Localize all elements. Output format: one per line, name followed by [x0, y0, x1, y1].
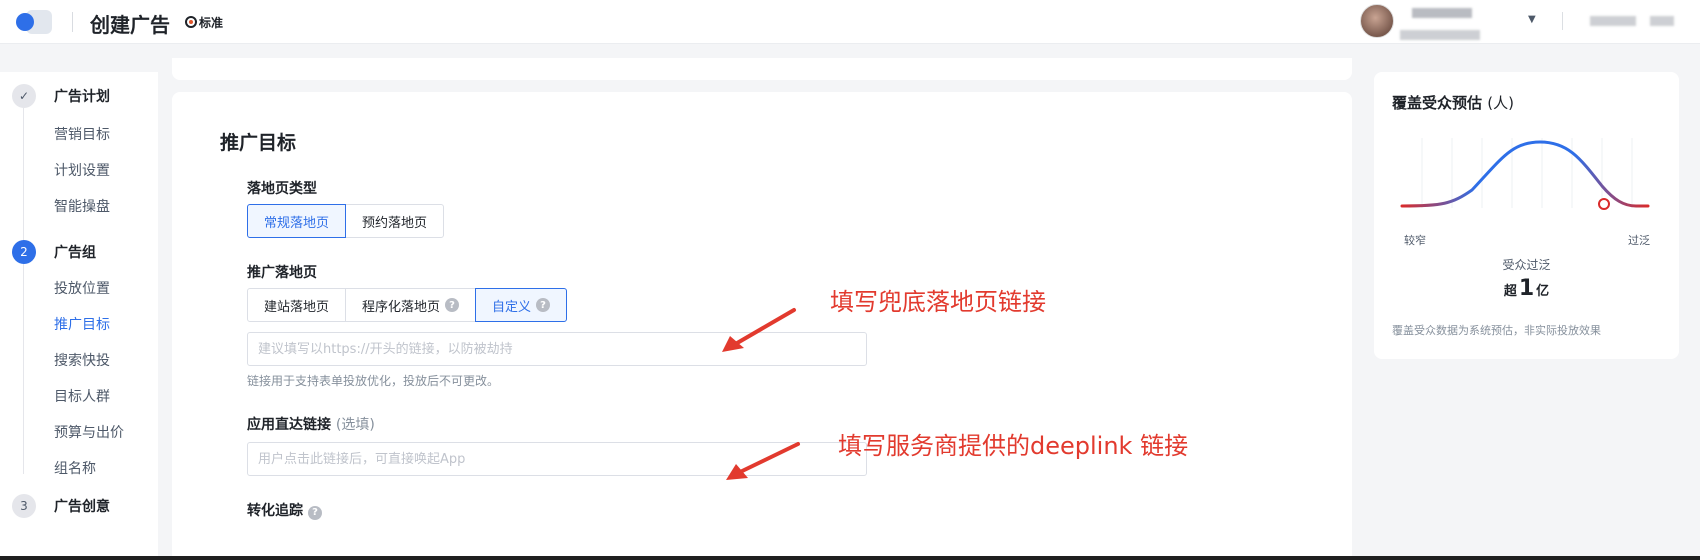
mode-badge-label: 标准: [199, 15, 224, 30]
scale-broad-label: 过泛: [1628, 234, 1650, 247]
header-menu-redacted-2[interactable]: [1650, 16, 1674, 26]
audience-title-text: 覆盖受众预估: [1392, 94, 1483, 112]
mode-badge: 标准: [185, 12, 223, 32]
sidebar-item-placement[interactable]: 投放位置: [54, 278, 110, 298]
page-title: 创建广告: [90, 13, 170, 37]
target-icon: [185, 16, 197, 28]
arrow-icon: [726, 442, 800, 480]
audience-value: 超1 亿: [1374, 276, 1679, 301]
step-number: 3: [12, 494, 36, 518]
audience-note: 覆盖受众数据为系统预估，非实际投放效果: [1392, 324, 1601, 337]
app-logo[interactable]: [16, 10, 52, 34]
step-number: 2: [12, 240, 36, 264]
landing-type-label: 落地页类型: [247, 181, 317, 197]
audience-number: 1: [1518, 276, 1535, 301]
landing-type-selector: 常规落地页 预约落地页: [247, 204, 445, 238]
step-label: 广告创意: [54, 499, 110, 515]
audience-status: 受众过泛: [1502, 258, 1551, 272]
sidebar-item-promo-goal[interactable]: 推广目标: [54, 314, 110, 334]
chevron-down-icon[interactable]: ▼: [1528, 14, 1536, 25]
option-custom[interactable]: 自定义?: [475, 288, 568, 322]
step-label: 广告组: [54, 245, 96, 261]
audience-suffix: 亿: [1536, 284, 1550, 299]
app-link-label-text: 应用直达链接: [247, 417, 331, 433]
previous-section-card: [172, 58, 1352, 80]
sidebar-item-smart-operation[interactable]: 智能操盘: [54, 196, 110, 216]
step-connector: [23, 108, 24, 252]
step-sidebar: ✓ 广告计划 营销目标 计划设置 智能操盘 2 广告组 投放位置 推广目标 搜索…: [0, 72, 158, 560]
promo-landing-selector: 建站落地页 程序化落地页? 自定义?: [247, 288, 568, 322]
step-ad-group[interactable]: 2 广告组: [12, 240, 96, 264]
help-icon[interactable]: ?: [536, 298, 551, 312]
step-connector: [23, 264, 24, 474]
scale-narrow-label: 较窄: [1404, 234, 1426, 247]
conversion-label: 转化追踪?: [247, 500, 322, 520]
annotation-fallback-link: 填写兜底落地页链接: [830, 288, 1046, 316]
option-regular-landing[interactable]: 常规落地页: [247, 204, 347, 238]
header-menu-redacted[interactable]: [1590, 16, 1636, 26]
step-campaign[interactable]: ✓ 广告计划: [12, 84, 110, 108]
audience-curve: [1400, 138, 1650, 210]
avatar[interactable]: [1360, 4, 1394, 38]
header-divider: [72, 12, 73, 32]
sidebar-item-budget-bid[interactable]: 预算与出价: [54, 422, 124, 442]
sidebar-item-search-fast[interactable]: 搜索快投: [54, 350, 110, 370]
bottom-edge: [0, 556, 1700, 560]
top-header: 创建广告 标准 ▼: [0, 0, 1700, 44]
step-ad-creative[interactable]: 3 广告创意: [12, 494, 110, 518]
sidebar-item-target-audience[interactable]: 目标人群: [54, 386, 110, 406]
sidebar-item-plan-settings[interactable]: 计划设置: [54, 160, 110, 180]
audience-title: 覆盖受众预估 (人): [1392, 92, 1514, 113]
promo-landing-label: 推广落地页: [247, 265, 317, 281]
header-separator: [1562, 12, 1563, 30]
help-icon[interactable]: ?: [445, 298, 460, 312]
step-label: 广告计划: [54, 89, 110, 105]
annotation-deeplink: 填写服务商提供的deeplink 链接: [838, 432, 1189, 460]
option-site-landing[interactable]: 建站落地页: [247, 288, 347, 322]
audience-unit: (人): [1487, 94, 1514, 112]
app-link-label: 应用直达链接 (选填): [247, 414, 375, 434]
section-title: 推广目标: [220, 132, 297, 154]
option-label: 程序化落地页: [362, 299, 441, 315]
conversion-label-text: 转化追踪: [247, 503, 303, 519]
arrow-icon: [722, 308, 796, 352]
sidebar-item-group-name[interactable]: 组名称: [54, 458, 96, 478]
audience-prefix: 超: [1503, 284, 1517, 299]
option-label: 自定义: [492, 299, 532, 315]
sidebar-item-marketing-goal[interactable]: 营销目标: [54, 124, 110, 144]
optional-tag: (选填): [335, 417, 375, 433]
user-name-redacted[interactable]: [1412, 8, 1472, 18]
landing-url-hint: 链接用于支持表单投放优化，投放后不可更改。: [247, 374, 500, 388]
audience-estimate-card: 覆盖受众预估 (人) 较窄 过泛 受众过泛 超1 亿 覆盖受众数据为系统预估，非实…: [1374, 72, 1679, 359]
audience-marker: [1598, 198, 1610, 210]
help-icon[interactable]: ?: [308, 505, 322, 520]
user-account-redacted[interactable]: [1400, 30, 1480, 40]
option-programmatic-landing[interactable]: 程序化落地页?: [345, 288, 477, 322]
option-reservation-landing[interactable]: 预约落地页: [345, 204, 445, 238]
check-icon: ✓: [12, 84, 36, 108]
